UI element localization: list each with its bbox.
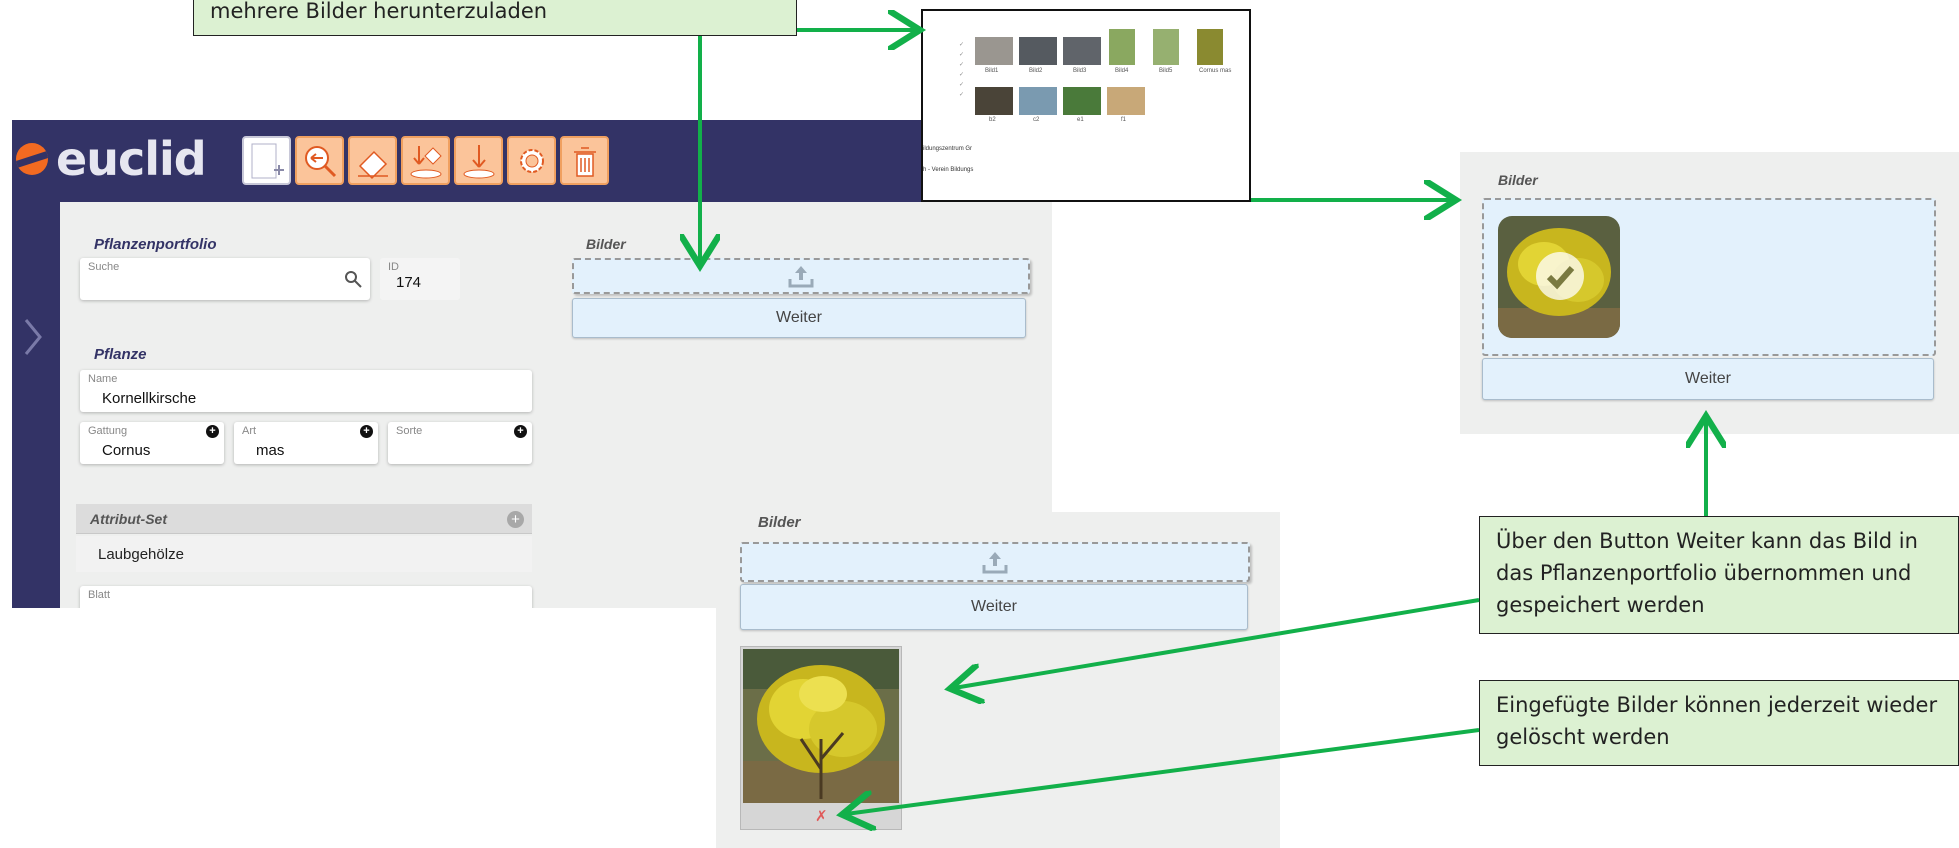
attribute-set-header[interactable]: Attribut-Set + [76, 504, 532, 534]
add-variety-icon[interactable]: + [514, 425, 527, 438]
delete-button[interactable] [560, 136, 609, 185]
weiter-button[interactable]: Weiter [572, 298, 1026, 338]
toolbar [242, 136, 609, 185]
weiter-button[interactable]: Weiter [740, 584, 1248, 630]
file-thumb[interactable] [1197, 29, 1223, 65]
images-title: Bilder [1498, 172, 1538, 188]
file-thumb[interactable] [1109, 29, 1135, 65]
file-thumb[interactable] [1019, 87, 1057, 115]
image-dropzone[interactable] [1482, 198, 1936, 356]
species-label: Art [242, 425, 257, 437]
id-value: 174 [396, 274, 422, 291]
save-download-icon [410, 145, 442, 178]
eraser-button[interactable] [348, 136, 397, 185]
file-name: f1 [1121, 117, 1127, 123]
callout-delete: Eingefügte Bilder können jederzeit wiede… [1479, 680, 1959, 766]
callout-weiter: Über den Button Weiter kann das Bild in … [1479, 516, 1959, 634]
add-attribute-icon[interactable]: + [507, 511, 524, 528]
search-icon[interactable] [344, 270, 362, 288]
species-field[interactable]: Art mas + [234, 422, 378, 464]
file-thumb[interactable] [1019, 37, 1057, 65]
file-name: c2 [1033, 117, 1040, 123]
add-genus-icon[interactable]: + [206, 425, 219, 438]
id-label: ID [388, 261, 399, 273]
search-input[interactable]: Suche [80, 258, 370, 300]
logo-mark-icon [16, 143, 48, 175]
plant-title: Pflanze [94, 346, 147, 363]
app-header: euclid [12, 120, 1052, 202]
images-panel-uploaded: Bilder Weiter ✗ [716, 512, 1280, 848]
name-label: Name [88, 373, 118, 385]
name-field[interactable]: Name Kornellkirsche [80, 370, 532, 412]
search-label: Suche [88, 261, 120, 273]
download-icon [463, 144, 494, 178]
images-title: Bilder [758, 514, 801, 531]
selected-plant-photo [1498, 216, 1620, 338]
side-nav [12, 202, 60, 608]
portfolio-title: Pflanzenportfolio [94, 236, 217, 253]
file-name: Bild4 [1115, 68, 1129, 74]
upload-icon [982, 552, 1008, 574]
upload-dropzone[interactable] [740, 542, 1250, 582]
variety-field[interactable]: Sorte + [388, 422, 532, 464]
file-name: b2 [989, 117, 996, 123]
delete-image-icon[interactable]: ✗ [815, 807, 828, 825]
sidebar-entry[interactable]: h - Verein Bildungs [923, 167, 973, 173]
weiter-button[interactable]: Weiter [1482, 358, 1934, 400]
file-name: Bild2 [1029, 68, 1043, 74]
blatt-label: Blatt [88, 589, 111, 601]
search-back-button[interactable] [295, 136, 344, 185]
save-button[interactable] [401, 136, 450, 185]
file-thumb[interactable] [1107, 87, 1145, 115]
species-value: mas [256, 442, 285, 459]
upload-dropzone[interactable] [572, 258, 1030, 294]
new-document-button[interactable] [242, 136, 291, 185]
search-back-icon [304, 145, 336, 177]
images-title: Bilder [586, 236, 626, 252]
file-thumb[interactable] [975, 37, 1013, 65]
images-panel-preview: Bilder Weiter [1460, 152, 1959, 434]
file-thumb[interactable] [1063, 87, 1101, 115]
checkmark-icon [1536, 252, 1584, 300]
attribute-set-title: Attribut-Set [90, 511, 167, 527]
attribute-set-text: Laubgehölze [98, 546, 184, 563]
settings-button[interactable] [507, 136, 556, 185]
genus-value: Cornus [102, 442, 151, 459]
file-thumb[interactable] [975, 87, 1013, 115]
blatt-field[interactable]: Blatt [80, 586, 532, 608]
file-thumb[interactable] [1153, 29, 1179, 65]
logo-text: euclid [56, 132, 207, 186]
name-value: Kornellkirsche [102, 390, 197, 407]
gear-icon [519, 148, 544, 173]
upload-icon [788, 266, 814, 288]
file-name: Bild3 [1073, 68, 1087, 74]
download-button[interactable] [454, 136, 503, 185]
logo: euclid [16, 132, 207, 186]
callout-top: mehrere Bilder herunterzuladen [193, 0, 797, 36]
file-name: e1 [1077, 117, 1084, 123]
sidebar-entry[interactable]: ildungszentrum Gr [923, 146, 972, 152]
file-browser-screenshot: ✓ ✓ ✓ ✓ ✓ ✓ Bild1 Bild2 Bild3 Bild4 Bild… [921, 9, 1251, 202]
file-name: Cornus mas [1199, 68, 1232, 74]
file-name: Bild5 [1159, 68, 1173, 74]
new-document-icon [251, 143, 284, 178]
plant-photo [743, 649, 899, 803]
genus-label: Gattung [88, 425, 128, 437]
eraser-icon [357, 150, 388, 179]
chevron-right-icon[interactable] [18, 312, 48, 362]
attribute-set-value: Laubgehölze [76, 536, 532, 572]
id-field: ID 174 [380, 258, 460, 300]
variety-label: Sorte [396, 425, 423, 437]
trash-icon [573, 146, 596, 177]
image-thumbnail-card: ✗ [740, 646, 902, 830]
genus-field[interactable]: Gattung Cornus + [80, 422, 224, 464]
file-thumb[interactable] [1063, 37, 1101, 65]
file-name: Bild1 [985, 68, 999, 74]
add-species-icon[interactable]: + [360, 425, 373, 438]
